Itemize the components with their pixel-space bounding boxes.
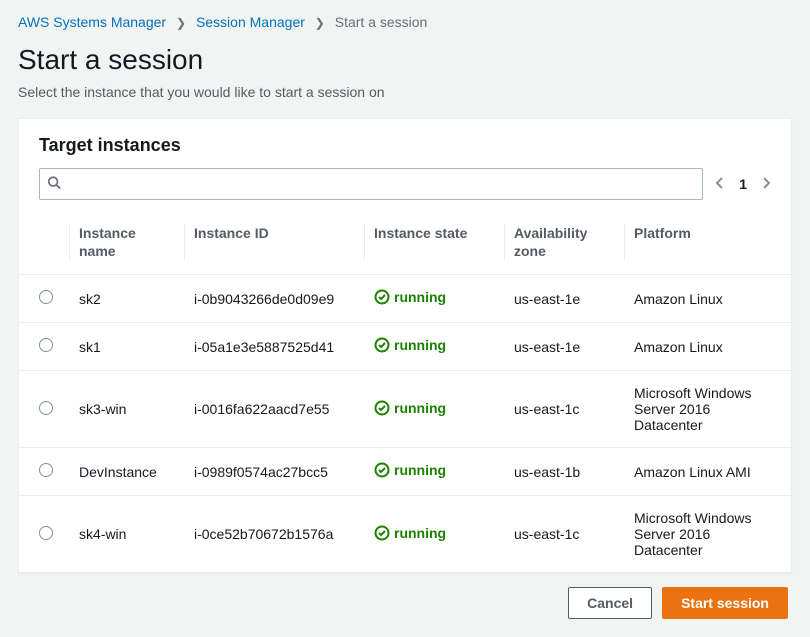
cell-instance-state: running <box>364 371 504 448</box>
page-number: 1 <box>739 176 747 192</box>
table-row[interactable]: sk2 i-0b9043266de0d09e9 running us-east-… <box>19 275 791 323</box>
cell-instance-state: running <box>364 448 504 496</box>
cell-instance-id: i-0ce52b70672b1576a <box>184 496 364 573</box>
cell-availability-zone: us-east-1c <box>504 371 624 448</box>
search-input[interactable] <box>39 168 703 200</box>
check-circle-icon <box>374 337 390 353</box>
check-circle-icon <box>374 400 390 416</box>
cell-platform: Amazon Linux <box>624 323 791 371</box>
cell-instance-name: sk4-win <box>69 496 184 573</box>
column-availability-zone[interactable]: Availability zone <box>504 212 624 275</box>
panel-title: Target instances <box>39 135 771 156</box>
table-row[interactable]: sk1 i-05a1e3e5887525d41 running us-east-… <box>19 323 791 371</box>
page-description: Select the instance that you would like … <box>18 84 792 100</box>
page-title: Start a session <box>18 44 792 76</box>
cell-instance-state: running <box>364 275 504 323</box>
column-instance-id[interactable]: Instance ID <box>184 212 364 275</box>
check-circle-icon <box>374 462 390 478</box>
cell-instance-id: i-0016fa622aacd7e55 <box>184 371 364 448</box>
cell-instance-id: i-0b9043266de0d09e9 <box>184 275 364 323</box>
cancel-button[interactable]: Cancel <box>568 587 652 619</box>
breadcrumb-link-session-manager[interactable]: Session Manager <box>196 14 305 30</box>
cell-instance-id: i-05a1e3e5887525d41 <box>184 323 364 371</box>
select-radio[interactable] <box>39 338 53 352</box>
cell-platform: Amazon Linux <box>624 275 791 323</box>
chevron-right-icon: ❯ <box>170 16 192 30</box>
state-label: running <box>394 462 446 478</box>
breadcrumb: AWS Systems Manager ❯ Session Manager ❯ … <box>18 14 792 44</box>
search-icon <box>47 176 61 193</box>
state-label: running <box>394 525 446 541</box>
check-circle-icon <box>374 289 390 305</box>
table-row[interactable]: sk4-win i-0ce52b70672b1576a running us-e… <box>19 496 791 573</box>
cell-instance-state: running <box>364 496 504 573</box>
table-row[interactable]: sk3-win i-0016fa622aacd7e55 running us-e… <box>19 371 791 448</box>
state-label: running <box>394 289 446 305</box>
cell-instance-state: running <box>364 323 504 371</box>
select-radio[interactable] <box>39 463 53 477</box>
cell-instance-id: i-0989f0574ac27bcc5 <box>184 448 364 496</box>
cell-instance-name: sk2 <box>69 275 184 323</box>
next-page-button[interactable] <box>761 176 771 193</box>
breadcrumb-current: Start a session <box>335 14 428 30</box>
pagination: 1 <box>715 176 771 193</box>
check-circle-icon <box>374 525 390 541</box>
cell-instance-name: sk1 <box>69 323 184 371</box>
cell-instance-name: DevInstance <box>69 448 184 496</box>
cell-platform: Microsoft Windows Server 2016 Datacenter <box>624 496 791 573</box>
state-label: running <box>394 400 446 416</box>
select-radio[interactable] <box>39 526 53 540</box>
select-radio[interactable] <box>39 401 53 415</box>
breadcrumb-link-systems-manager[interactable]: AWS Systems Manager <box>18 14 166 30</box>
cell-availability-zone: us-east-1e <box>504 275 624 323</box>
cell-platform: Microsoft Windows Server 2016 Datacenter <box>624 371 791 448</box>
state-label: running <box>394 337 446 353</box>
column-select <box>19 212 69 275</box>
column-instance-name[interactable]: Instance name <box>69 212 184 275</box>
column-platform[interactable]: Platform <box>624 212 791 275</box>
prev-page-button[interactable] <box>715 176 725 193</box>
select-radio[interactable] <box>39 290 53 304</box>
cell-availability-zone: us-east-1e <box>504 323 624 371</box>
instances-table: Instance name Instance ID Instance state… <box>19 212 791 572</box>
chevron-right-icon: ❯ <box>309 16 331 30</box>
target-instances-panel: Target instances 1 <box>18 118 792 573</box>
table-row[interactable]: DevInstance i-0989f0574ac27bcc5 running … <box>19 448 791 496</box>
cell-availability-zone: us-east-1b <box>504 448 624 496</box>
cell-platform: Amazon Linux AMI <box>624 448 791 496</box>
cell-instance-name: sk3-win <box>69 371 184 448</box>
cell-availability-zone: us-east-1c <box>504 496 624 573</box>
column-instance-state[interactable]: Instance state <box>364 212 504 275</box>
start-session-button[interactable]: Start session <box>662 587 788 619</box>
